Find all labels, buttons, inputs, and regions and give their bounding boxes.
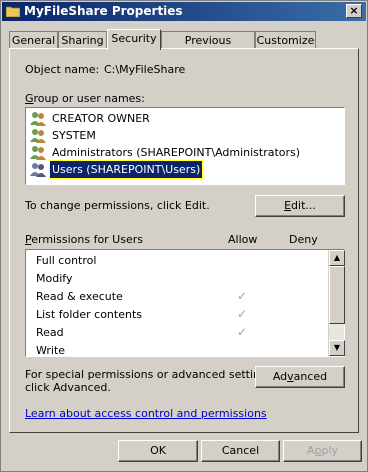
special-hint-line2: click Advanced.: [25, 381, 111, 394]
advanced-button[interactable]: Advanced: [255, 366, 345, 388]
learn-more-link[interactable]: Learn about access control and permissio…: [25, 407, 267, 421]
edit-button[interactable]: Edit...: [255, 195, 345, 217]
permissions-label: Permissions for Users: [25, 233, 143, 246]
scroll-up-icon[interactable]: ▲: [329, 250, 345, 266]
cancel-button[interactable]: Cancel: [201, 440, 280, 462]
security-panel: Object name: C:\MyFileShare Group or use…: [9, 48, 359, 433]
permissions-scrollbar[interactable]: ▲ ▼: [328, 250, 345, 356]
list-item-label: SYSTEM: [52, 129, 96, 142]
object-name-value: C:\MyFileShare: [104, 63, 186, 76]
tab-general[interactable]: General: [9, 31, 58, 49]
group-list-label: Group or user names:: [25, 92, 145, 105]
user-group-icon: [30, 112, 46, 126]
permission-row: Read: [36, 326, 64, 339]
permission-row: Write: [36, 344, 66, 357]
scroll-down-icon[interactable]: ▼: [329, 340, 345, 356]
list-item-label: Users (SHAREPOINT\Users): [48, 160, 204, 179]
tab-previous-versions[interactable]: Previous Versions: [161, 31, 255, 64]
object-name-label: Object name:: [25, 63, 100, 76]
user-group-icon: [30, 146, 46, 160]
window-title: MyFileShare Properties: [24, 4, 183, 18]
scroll-thumb[interactable]: [329, 266, 345, 324]
tab-security[interactable]: Security: [107, 29, 161, 50]
group-list-label-text: roup or user names:: [33, 92, 145, 105]
user-group-icon: [30, 129, 46, 143]
deny-header: Deny: [289, 233, 318, 246]
folder-icon: [6, 6, 20, 17]
allow-check-list-folder: ✓: [236, 307, 248, 321]
tab-customize[interactable]: Customize: [255, 31, 316, 49]
change-hint: To change permissions, click Edit.: [25, 199, 210, 212]
allow-header: Allow: [228, 233, 258, 246]
apply-button[interactable]: Apply: [283, 440, 362, 462]
group-user-list[interactable]: CREATOR OWNER SYSTEM Administrators (SHA…: [25, 107, 345, 185]
permission-row: Modify: [36, 272, 73, 285]
allow-check-read-execute: ✓: [236, 289, 248, 303]
permissions-list[interactable]: Full control Modify Read & execute List …: [25, 249, 345, 357]
permission-row: Read & execute: [36, 290, 123, 303]
permission-row: List folder contents: [36, 308, 142, 321]
list-item-label: CREATOR OWNER: [52, 112, 150, 125]
permission-row: Full control: [36, 254, 97, 267]
allow-check-read: ✓: [236, 325, 248, 339]
special-hint-line1: For special permissions or advanced sett…: [25, 368, 277, 381]
properties-window: MyFileShare Properties × General Sharing…: [0, 0, 368, 472]
tab-sharing[interactable]: Sharing: [58, 31, 107, 49]
close-button[interactable]: ×: [346, 4, 362, 18]
ok-button[interactable]: OK: [118, 440, 198, 462]
user-group-icon: [30, 163, 46, 177]
title-bar[interactable]: MyFileShare Properties ×: [2, 2, 366, 21]
list-item-label: Administrators (SHAREPOINT\Administrator…: [52, 146, 301, 159]
